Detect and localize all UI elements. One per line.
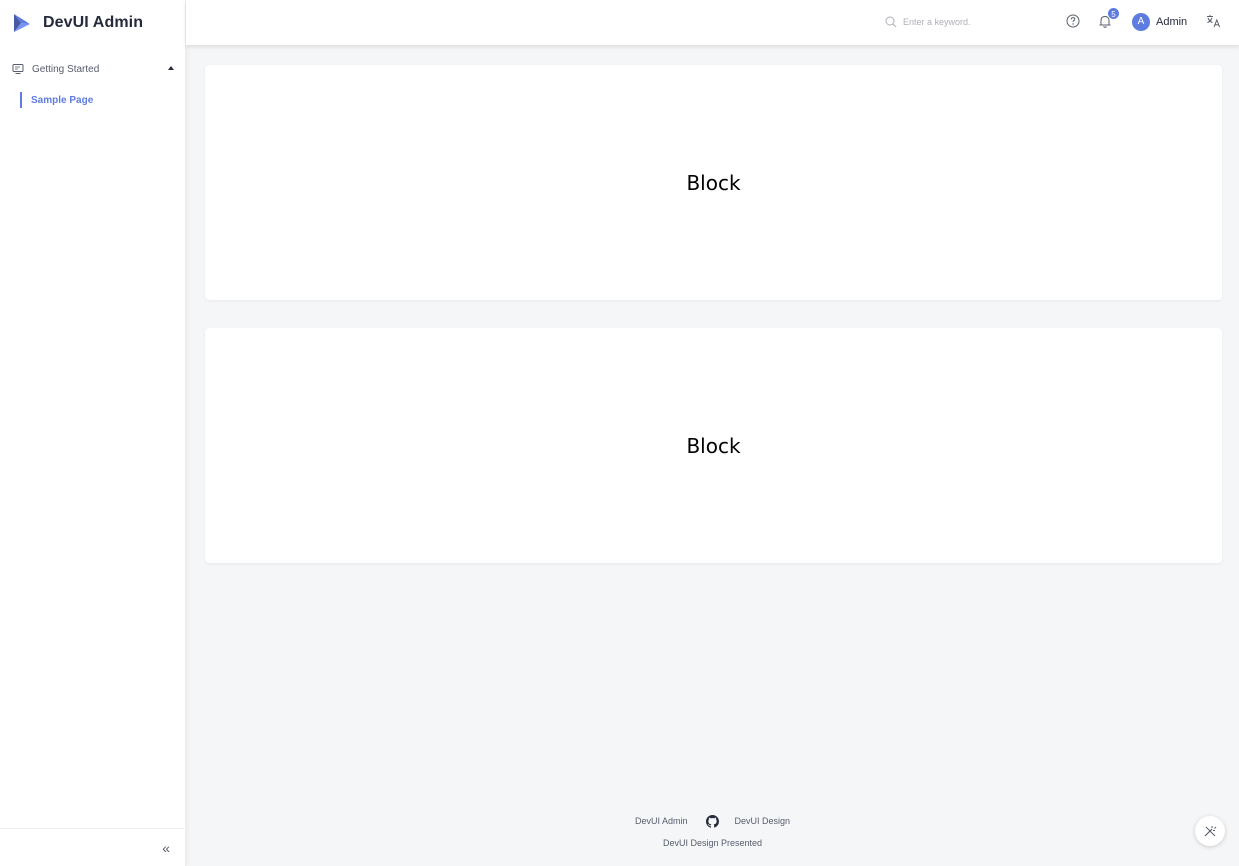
github-icon[interactable] (705, 814, 719, 828)
content-block: Block (205, 328, 1222, 563)
search-box[interactable] (885, 14, 1015, 30)
user-name: Admin (1156, 16, 1188, 28)
sidebar-item-label: Sample Page (31, 94, 94, 106)
sidebar: DevUI Admin Getting Started Sample Page … (0, 0, 186, 866)
top-header: 5 A Admin (186, 0, 1239, 45)
brand[interactable]: DevUI Admin (0, 0, 186, 45)
block-label: Block (686, 170, 741, 195)
theme-toggle-button[interactable] (1195, 816, 1225, 846)
footer-link-devui-design[interactable]: DevUI Design (735, 816, 791, 826)
app-root: DevUI Admin Getting Started Sample Page … (0, 0, 1239, 866)
magic-wand-icon (1203, 824, 1217, 838)
notification-badge: 5 (1107, 7, 1120, 20)
block-label: Block (686, 433, 741, 458)
content-block: Block (205, 65, 1222, 300)
search-icon (885, 16, 897, 28)
search-input[interactable] (903, 17, 1003, 27)
brand-title: DevUI Admin (43, 13, 144, 31)
monitor-icon (12, 63, 24, 75)
translate-icon[interactable] (1206, 14, 1221, 28)
user-menu[interactable]: A Admin (1132, 12, 1187, 32)
sidebar-group-label: Getting Started (32, 63, 100, 75)
avatar: A (1132, 13, 1150, 31)
footer-credit: DevUI Design Presented (662, 838, 763, 848)
help-icon[interactable] (1066, 14, 1080, 28)
caret-up-icon (168, 66, 174, 70)
sidebar-footer: « (0, 828, 186, 866)
sidebar-item-sample-page[interactable]: Sample Page (20, 92, 93, 108)
sidebar-group-getting-started[interactable]: Getting Started (0, 58, 186, 80)
devui-logo-icon (12, 12, 32, 34)
collapse-sidebar-button[interactable]: « (162, 841, 170, 855)
footer-link-devui-admin[interactable]: DevUI Admin (635, 816, 688, 826)
footer-links: DevUI Admin DevUI Design (186, 813, 1239, 829)
